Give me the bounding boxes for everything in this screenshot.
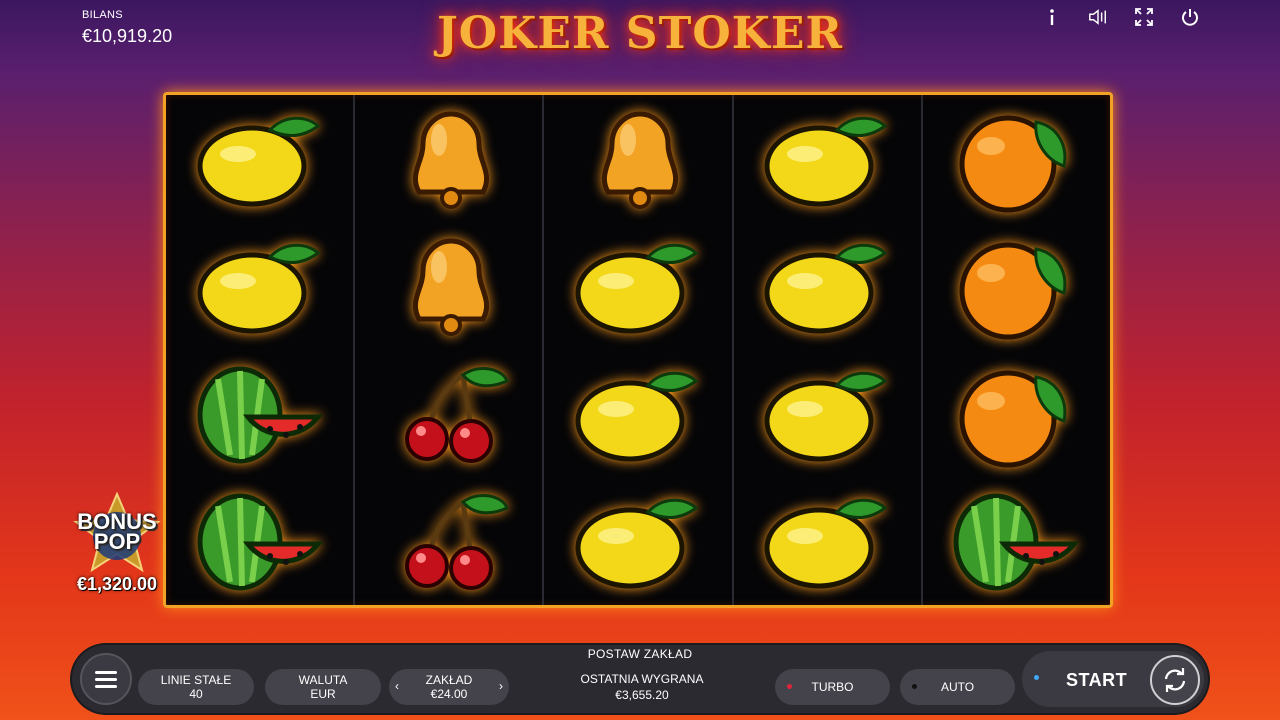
last-win-label: OSTATNIA WYGRANA	[580, 672, 704, 686]
hamburger-icon	[95, 670, 117, 674]
last-win-value: €3,655.20	[615, 688, 669, 702]
fixed-lines-display: LINIE STAŁE 40	[138, 669, 254, 705]
bonus-pop-line2: POP	[93, 529, 141, 554]
last-win-display: OSTATNIA WYGRANA €3,655.20	[560, 671, 724, 703]
currency-selector[interactable]: WALUTA EUR	[265, 669, 381, 705]
orange-symbol	[923, 95, 1110, 223]
turbo-indicator-dot	[787, 684, 792, 689]
lines-label: LINIE STAŁE	[160, 673, 232, 687]
auto-label: AUTO	[940, 680, 975, 694]
spin-arrows-icon	[1164, 668, 1186, 692]
cherry-symbol	[355, 350, 542, 478]
reel-column	[355, 95, 545, 606]
orange-symbol	[923, 223, 1110, 351]
bet-decrease-chevron-left-icon[interactable]: ‹	[395, 679, 399, 693]
lemon-symbol	[544, 223, 731, 351]
info-icon[interactable]	[1042, 6, 1062, 28]
currency-value: EUR	[310, 687, 336, 701]
watermelon-symbol	[166, 350, 353, 478]
lines-value: 40	[189, 687, 203, 701]
reel-column	[923, 95, 1110, 605]
reel-column	[544, 95, 734, 606]
fullscreen-icon[interactable]	[1134, 6, 1154, 28]
lemon-symbol	[544, 350, 731, 478]
currency-label: WALUTA	[298, 673, 348, 687]
start-button[interactable]: START	[1066, 670, 1127, 691]
bet-label: ZAKŁAD	[425, 673, 473, 687]
bonus-pop-amount: €1,320.00	[76, 574, 158, 594]
bell-symbol	[355, 223, 542, 351]
sound-icon[interactable]	[1088, 6, 1108, 28]
orange-symbol	[923, 350, 1110, 478]
watermelon-symbol	[923, 478, 1110, 606]
spin-button[interactable]	[1150, 655, 1200, 705]
lemon-symbol	[544, 478, 731, 606]
lemon-symbol	[166, 95, 353, 223]
reel-column	[166, 95, 356, 606]
reel-column	[734, 95, 923, 605]
lemon-symbol	[734, 95, 921, 223]
bet-increase-chevron-right-icon[interactable]: ›	[499, 679, 503, 693]
bonus-pop-badge: BONUS POP €1,320.00	[62, 492, 172, 594]
menu-button[interactable]	[80, 653, 132, 705]
watermelon-symbol	[166, 478, 353, 606]
top-icon-bar	[1042, 6, 1200, 28]
start-indicator-dot	[1034, 675, 1039, 680]
lemon-symbol	[166, 223, 353, 351]
auto-toggle[interactable]: AUTO	[900, 669, 1015, 705]
lemon-symbol	[734, 223, 921, 351]
turbo-label: TURBO	[811, 680, 854, 694]
bell-symbol	[544, 95, 731, 223]
power-icon[interactable]	[1180, 6, 1200, 28]
auto-indicator-dot	[912, 684, 917, 689]
bet-selector: ‹ ZAKŁAD €24.00 ›	[389, 669, 509, 705]
cherry-symbol	[355, 478, 542, 606]
lemon-symbol	[734, 478, 921, 606]
bell-symbol	[355, 95, 542, 223]
bet-value: €24.00	[430, 687, 468, 701]
lemon-symbol	[734, 350, 921, 478]
reel-grid	[163, 92, 1113, 608]
turbo-toggle[interactable]: TURBO	[775, 669, 890, 705]
